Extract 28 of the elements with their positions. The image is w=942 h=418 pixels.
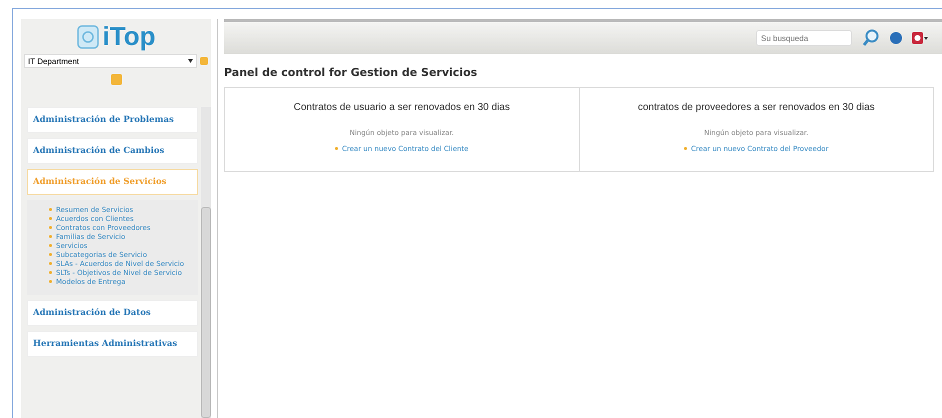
search-icon[interactable] — [862, 29, 880, 47]
menu-header[interactable]: Administración de Problemas — [27, 107, 198, 133]
menu-header[interactable]: Administración de Cambios — [27, 138, 198, 164]
bullet-icon — [49, 262, 52, 265]
bullet-icon — [49, 271, 52, 274]
logo-icon — [76, 24, 99, 48]
dashlet-title: Contratos de usuario a ser renovados en 30 dias — [294, 102, 510, 113]
scrollbar-thumb[interactable] — [201, 207, 211, 418]
bullet-icon — [49, 208, 52, 211]
menu-header[interactable]: Administración de Servicios — [27, 169, 198, 195]
dashlet-title: contratos de proveedores a ser renovados en 30 dias — [638, 102, 875, 113]
page-title: Panel de control for Gestion de Servicios — [224, 66, 478, 79]
search-field[interactable]: Su busqueda — [756, 30, 852, 46]
user-menu-icon[interactable] — [912, 32, 928, 44]
bullet-icon — [49, 253, 52, 256]
bullet-icon — [49, 244, 52, 247]
caret-icon — [188, 59, 193, 63]
info-icon[interactable] — [890, 32, 902, 44]
bullet-icon — [49, 235, 52, 238]
bullet-icon — [49, 226, 52, 229]
bullet-icon — [684, 147, 688, 150]
menu-header[interactable]: Herramientas Administrativas — [27, 331, 198, 357]
bullet-icon — [49, 217, 52, 220]
logo-text: iTop — [102, 21, 156, 52]
bullet-icon — [49, 280, 52, 283]
bullet-icon — [334, 147, 338, 150]
organization-select[interactable]: IT Department — [24, 54, 197, 68]
menu-header[interactable]: Administración de Datos — [27, 300, 198, 326]
